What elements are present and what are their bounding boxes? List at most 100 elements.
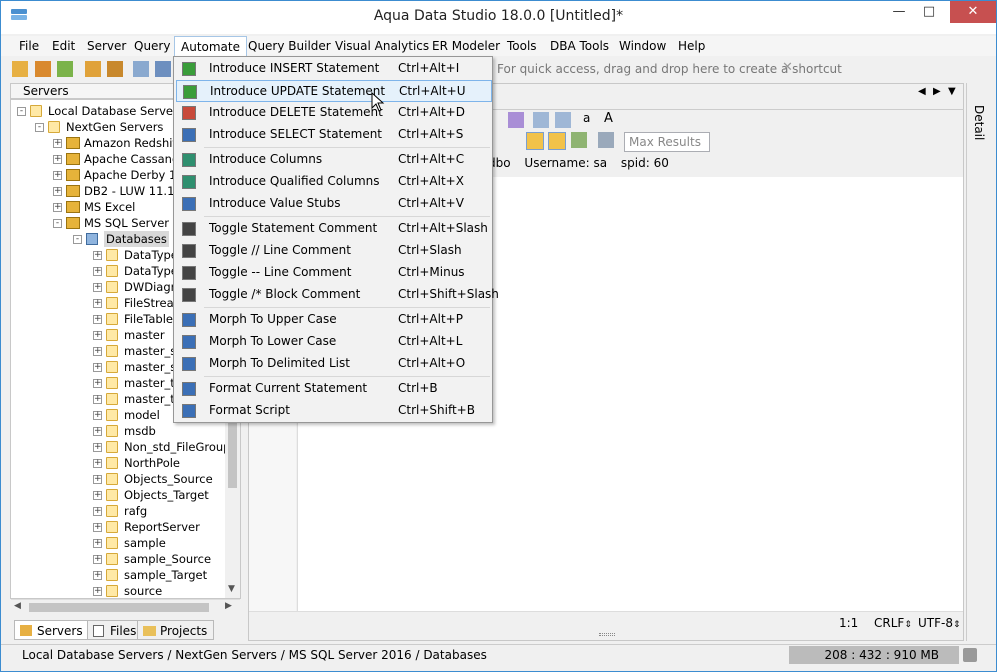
- detail-tab[interactable]: Detail: [972, 105, 986, 140]
- automate-menu-item-block-comment[interactable]: Toggle /* Block Comment Ctrl+Shift+Slash: [176, 284, 499, 306]
- expand-icon[interactable]: +: [93, 251, 102, 260]
- automate-menu-item-format-script[interactable]: Format Script Ctrl+Shift+B: [176, 400, 492, 422]
- tree-node[interactable]: + sample_Target: [11, 567, 225, 583]
- automate-menu-item-insert-statement[interactable]: Introduce INSERT Statement Ctrl+Alt+I: [176, 58, 492, 80]
- tab-projects[interactable]: Projects: [137, 620, 215, 640]
- expand-icon[interactable]: +: [53, 171, 62, 180]
- tree-node[interactable]: + Objects_Source: [11, 471, 225, 487]
- menu-query[interactable]: Query: [128, 36, 176, 56]
- tree-horizontal-scrollbar[interactable]: ◀ ▶: [11, 599, 240, 615]
- expand-icon[interactable]: +: [93, 539, 102, 548]
- register-server-icon[interactable]: [57, 61, 73, 77]
- tree-hscroll-thumb[interactable]: [29, 603, 209, 612]
- automate-menu-item-statement-comment[interactable]: Toggle Statement Comment Ctrl+Alt+Slash: [176, 218, 492, 240]
- scroll-down-icon[interactable]: ▼: [228, 584, 235, 594]
- expand-icon[interactable]: +: [93, 587, 102, 596]
- expand-icon[interactable]: +: [93, 363, 102, 372]
- expand-icon[interactable]: +: [93, 267, 102, 276]
- menu-dba-tools[interactable]: DBA Tools: [544, 36, 615, 56]
- expand-icon[interactable]: +: [93, 507, 102, 516]
- tab-scroll-left-icon[interactable]: ◀: [918, 86, 926, 97]
- compare-icon[interactable]: [155, 61, 171, 77]
- tree-node[interactable]: + NorthPole: [11, 455, 225, 471]
- tree-node[interactable]: + ReportServer: [11, 519, 225, 535]
- find-next-icon[interactable]: [555, 112, 571, 128]
- menu-window[interactable]: Window: [613, 36, 672, 56]
- expand-icon[interactable]: +: [93, 379, 102, 388]
- line-ending-select[interactable]: CRLF⇕: [874, 616, 912, 630]
- collapse-icon[interactable]: -: [53, 219, 62, 228]
- collapse-icon[interactable]: -: [17, 107, 26, 116]
- splitter-grip[interactable]: [599, 633, 615, 636]
- expand-icon[interactable]: +: [53, 203, 62, 212]
- automate-menu-item-delimited-list[interactable]: Morph To Delimited List Ctrl+Alt+O: [176, 353, 492, 375]
- close-button[interactable]: ✕: [950, 1, 996, 23]
- connect-icon[interactable]: [85, 61, 101, 77]
- automate-menu-item-lower-case[interactable]: Morph To Lower Case Ctrl+Alt+L: [176, 331, 492, 353]
- expand-icon[interactable]: +: [53, 139, 62, 148]
- tree-node[interactable]: + rafg: [11, 503, 225, 519]
- results-text-icon[interactable]: [548, 132, 566, 150]
- automate-menu-item-upper-case[interactable]: Morph To Upper Case Ctrl+Alt+P: [176, 309, 492, 331]
- expand-icon[interactable]: +: [93, 395, 102, 404]
- tab-scroll-right-icon[interactable]: ▶: [933, 86, 941, 97]
- tree-node[interactable]: + sample_Source: [11, 551, 225, 567]
- collapse-icon[interactable]: -: [73, 235, 82, 244]
- expand-icon[interactable]: +: [53, 155, 62, 164]
- tab-files[interactable]: Files: [87, 620, 144, 640]
- tab-servers[interactable]: Servers: [14, 620, 90, 640]
- garbage-collect-icon[interactable]: [963, 648, 977, 662]
- shortcut-close-icon[interactable]: ✕: [782, 60, 793, 75]
- automate-menu-item-select-statement[interactable]: Introduce SELECT Statement Ctrl+Alt+S: [176, 124, 492, 146]
- automate-menu-item-value-stubs[interactable]: Introduce Value Stubs Ctrl+Alt+V: [176, 193, 492, 215]
- expand-icon[interactable]: +: [93, 459, 102, 468]
- menu-query-builder[interactable]: Query Builder: [242, 36, 337, 56]
- automate-menu-item-columns[interactable]: Introduce Columns Ctrl+Alt+C: [176, 149, 492, 171]
- expand-icon[interactable]: +: [93, 283, 102, 292]
- automate-menu-item-format-statement[interactable]: Format Current Statement Ctrl+B: [176, 378, 492, 400]
- expand-icon[interactable]: +: [93, 315, 102, 324]
- max-results-input[interactable]: Max Results: [624, 132, 710, 152]
- expand-icon[interactable]: +: [53, 187, 62, 196]
- expand-icon[interactable]: +: [93, 555, 102, 564]
- scroll-right-icon[interactable]: ▶: [225, 601, 232, 611]
- menu-visual-analytics[interactable]: Visual Analytics: [329, 36, 435, 56]
- tree-node[interactable]: + sample: [11, 535, 225, 551]
- maximize-button[interactable]: □: [915, 1, 943, 23]
- expand-icon[interactable]: +: [93, 475, 102, 484]
- menu-server[interactable]: Server: [81, 36, 132, 56]
- find-icon[interactable]: [533, 112, 549, 128]
- menu-edit[interactable]: Edit: [46, 36, 81, 56]
- tree-node[interactable]: + Non_std_FileGroup: [11, 439, 230, 455]
- expand-icon[interactable]: +: [93, 347, 102, 356]
- expand-icon[interactable]: +: [93, 331, 102, 340]
- expand-icon[interactable]: +: [93, 411, 102, 420]
- expand-icon[interactable]: +: [93, 427, 102, 436]
- expand-icon[interactable]: +: [93, 571, 102, 580]
- font-larger-icon[interactable]: A: [604, 111, 613, 126]
- tree-vscroll-thumb[interactable]: [228, 418, 237, 488]
- tree-node[interactable]: + Objects_Target: [11, 487, 225, 503]
- tree-node[interactable]: + msdb: [11, 423, 225, 439]
- expand-icon[interactable]: +: [93, 299, 102, 308]
- memory-usage[interactable]: 208 : 432 : 910 MB: [789, 646, 959, 664]
- menu-er-modeler[interactable]: ER Modeler: [426, 36, 506, 56]
- scroll-left-icon[interactable]: ◀: [14, 601, 21, 611]
- automate-menu-item-qualified-columns[interactable]: Introduce Qualified Columns Ctrl+Alt+X: [176, 171, 492, 193]
- tab-list-icon[interactable]: ▼: [948, 86, 956, 97]
- automate-menu-item-dash-comment[interactable]: Toggle -- Line Comment Ctrl+Minus: [176, 262, 492, 284]
- automate-menu-item-update-statement[interactable]: Introduce UPDATE Statement Ctrl+Alt+U: [176, 80, 492, 102]
- minimize-button[interactable]: —: [885, 1, 913, 23]
- expand-icon[interactable]: +: [93, 491, 102, 500]
- automate-menu-item-delete-statement[interactable]: Introduce DELETE Statement Ctrl+Alt+D: [176, 102, 492, 124]
- new-server-icon[interactable]: [12, 61, 28, 77]
- query-window-icon[interactable]: [133, 61, 149, 77]
- menu-tools[interactable]: Tools: [501, 36, 543, 56]
- collapse-icon[interactable]: -: [35, 123, 44, 132]
- edit-server-icon[interactable]: [35, 61, 51, 77]
- disconnect-icon[interactable]: [107, 61, 123, 77]
- menu-help[interactable]: Help: [672, 36, 711, 56]
- menu-file[interactable]: File: [13, 36, 45, 56]
- encoding-select[interactable]: UTF-8⇕: [918, 616, 961, 630]
- results-grid-icon[interactable]: [526, 132, 544, 150]
